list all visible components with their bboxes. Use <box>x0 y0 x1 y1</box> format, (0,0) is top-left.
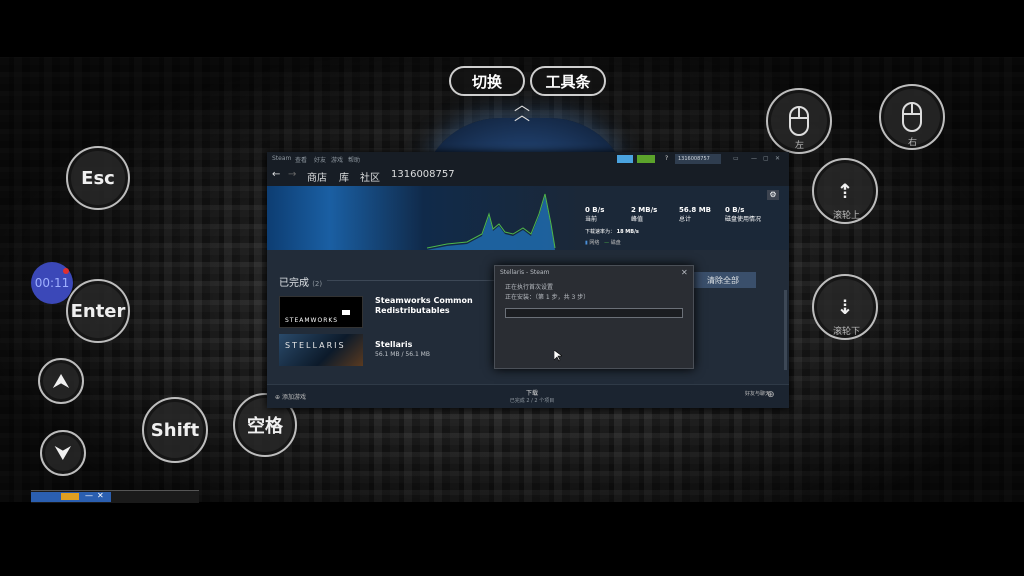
mini-taskbar[interactable]: — ✕ <box>31 490 199 503</box>
toolbar-button[interactable]: 工具条 <box>530 66 606 96</box>
nav-community[interactable]: 社区 <box>360 169 380 184</box>
switch-button[interactable]: 切换 <box>449 66 525 96</box>
taskbar-minimize-icon[interactable]: — <box>85 491 93 500</box>
maximize-icon[interactable]: ▢ <box>763 155 769 162</box>
clear-all-button[interactable]: 清除全部 <box>690 272 756 288</box>
install-progress-bar <box>505 308 683 318</box>
mouse-left-icon <box>789 106 809 136</box>
back-arrow-icon[interactable]: ← <box>272 169 280 180</box>
graph-legend: ▮ 网络 — 磁盘 <box>585 240 621 246</box>
game-name[interactable]: Steamworks Common Redistributables <box>375 296 495 316</box>
game-name[interactable]: Stellaris <box>375 340 412 349</box>
clear-all-label: 清除全部 <box>707 275 739 285</box>
menu-item-games[interactable]: 游戏 <box>331 155 343 164</box>
download-graph-panel: ⚙ 0 B/s 当前 2 MB/s 峰值 56.8 MB 总计 0 B/s 磁盘使用情况… <box>267 186 789 250</box>
scroll-up-label: 滚轮上 <box>833 211 861 221</box>
stellaris-thumbnail[interactable]: STELLARIS <box>279 334 363 366</box>
scroll-down-icon: ⇣ <box>836 295 854 319</box>
shift-label: Shift <box>150 419 200 441</box>
dialog-line2: 正在安装：（第 1 步，共 3 步） <box>505 294 590 301</box>
scroll-up-icon: ⇡ <box>836 179 854 203</box>
menu-item-help[interactable]: 帮助 <box>348 155 360 164</box>
mouse-right-icon <box>902 102 922 132</box>
section-divider <box>327 280 497 281</box>
stat-peak: 2 MB/s 峰值 <box>631 206 658 223</box>
steamworks-thumbnail[interactable]: STEAMWORKS <box>279 296 363 328</box>
downloads-status[interactable]: 下载 已完成 2 / 2 个项目 <box>497 388 567 404</box>
arrow-up-button[interactable]: ⮝ <box>38 358 84 404</box>
minimize-icon[interactable]: — <box>751 155 757 162</box>
download-rate: 下载速率为： 18 MB/s <box>585 229 639 235</box>
left-mouse-label: 左 <box>795 141 805 151</box>
broadcast-icon[interactable] <box>617 155 633 163</box>
steam-footer: ⊕ 添加游戏 下载 已完成 2 / 2 个项目 好友与聊天 ⊕ <box>267 384 789 408</box>
install-dialog[interactable]: Stellaris - Steam ✕ 正在执行首次设置 正在安装：（第 1 步… <box>494 265 694 369</box>
nav-library[interactable]: 库 <box>339 169 349 184</box>
steam-menu-title[interactable]: Steam <box>272 155 291 162</box>
nav-username[interactable]: 1316008757 <box>391 169 455 180</box>
enter-label: Enter <box>70 300 126 322</box>
record-indicator-icon <box>63 268 69 274</box>
stat-disk: 0 B/s 磁盘使用情况 <box>725 206 762 223</box>
forward-arrow-icon[interactable]: → <box>288 169 296 180</box>
dialog-close-icon[interactable]: ✕ <box>681 268 688 277</box>
add-friend-icon[interactable]: ⊕ <box>767 390 775 400</box>
screen-icon[interactable]: ▭ <box>733 155 739 162</box>
completed-heading: 已完成 (2) <box>279 278 323 289</box>
taskbar-app-icon[interactable] <box>61 493 79 500</box>
dialog-line1: 正在执行首次设置 <box>505 284 554 291</box>
menu-item-view[interactable]: 查看 <box>295 155 307 164</box>
download-graph <box>427 193 556 250</box>
right-mouse-label: 右 <box>908 138 918 148</box>
add-game-button[interactable]: ⊕ 添加游戏 <box>275 392 306 401</box>
scrollbar[interactable] <box>784 290 787 370</box>
nav-store[interactable]: 商店 <box>307 169 327 184</box>
mouse-cursor-icon <box>554 350 562 362</box>
settings-gear-icon[interactable]: ⚙ <box>767 190 779 200</box>
dialog-title: Stellaris - Steam <box>500 269 550 276</box>
switch-label: 切换 <box>471 72 502 91</box>
help-icon[interactable]: ? <box>665 155 668 162</box>
chevron-up-icon[interactable]: ︿ ︿ <box>514 97 530 123</box>
shift-button[interactable]: Shift <box>142 397 208 463</box>
scroll-down-label: 滚轮下 <box>833 327 861 337</box>
toolbar-label: 工具条 <box>545 72 591 91</box>
arrow-down-icon: ⮟ <box>55 442 71 464</box>
taskbar-close-icon[interactable]: ✕ <box>97 491 104 500</box>
esc-button[interactable]: Esc <box>66 146 130 210</box>
notifications-icon[interactable] <box>637 155 655 163</box>
arrow-up-icon: ⮝ <box>53 370 69 392</box>
close-icon[interactable]: ✕ <box>775 155 780 162</box>
game-size: 56.1 MB / 56.1 MB <box>375 351 430 358</box>
stat-total: 56.8 MB 总计 <box>679 206 712 223</box>
enter-button[interactable]: Enter <box>66 279 130 343</box>
menu-item-friends[interactable]: 好友 <box>314 155 326 164</box>
stat-current: 0 B/s 当前 <box>585 206 605 223</box>
space-label: 空格 <box>247 416 283 437</box>
timer-text: 00:11 <box>34 276 70 290</box>
arrow-down-button[interactable]: ⮟ <box>40 430 86 476</box>
steam-navbar: ← → 商店 库 社区 1316008757 <box>267 166 789 186</box>
esc-label: Esc <box>81 167 115 189</box>
steam-titlebar[interactable]: Steam 查看 好友 游戏 帮助 ? 1316008757 ▭ — ▢ ✕ <box>267 152 789 166</box>
account-dropdown[interactable]: 1316008757 <box>675 154 721 164</box>
